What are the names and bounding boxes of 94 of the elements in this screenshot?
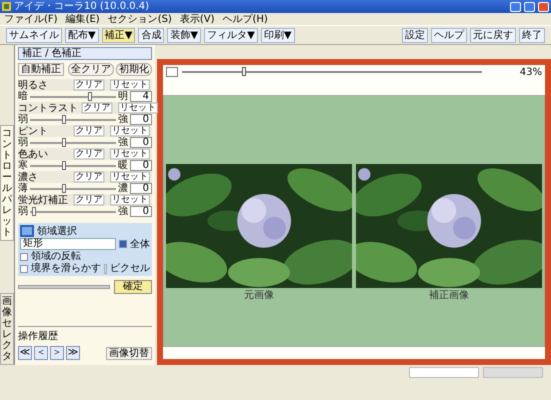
toolbar-button[interactable]: 終了 <box>519 28 545 42</box>
close-button[interactable] <box>538 2 549 12</box>
whole-label: 全体 <box>130 238 150 250</box>
max-label: 明 <box>118 91 128 102</box>
menu-item[interactable]: セクション(S) <box>108 14 172 24</box>
slider-thumb[interactable] <box>88 92 92 100</box>
whole-checkbox[interactable] <box>119 240 127 248</box>
auto-correct-button[interactable]: 自動補正 <box>18 63 64 76</box>
smooth-checkbox[interactable] <box>20 264 28 272</box>
menu-item[interactable]: 編集(E) <box>66 14 100 24</box>
invert-checkbox[interactable] <box>20 252 28 260</box>
clear-button[interactable]: クリア <box>74 126 104 136</box>
max-label: 強 <box>118 206 128 217</box>
reset-button[interactable]: リセット <box>110 148 150 160</box>
history-nav-button[interactable]: ≪ <box>18 346 32 360</box>
adjustment-label: 色あい <box>18 148 49 160</box>
toolbar-button[interactable]: サムネイル <box>6 28 62 42</box>
clear-button[interactable]: クリア <box>82 102 112 114</box>
image-caption: 元画像 <box>244 290 274 302</box>
toolbar-button[interactable]: 補正▼ <box>102 28 136 42</box>
zoom-thumb[interactable] <box>242 67 246 76</box>
scrollbar[interactable] <box>483 367 543 378</box>
value-field[interactable]: 0 <box>130 137 152 148</box>
app-icon <box>2 2 11 11</box>
min-label: 寒 <box>18 160 28 171</box>
clear-button[interactable]: クリア <box>74 172 104 182</box>
max-label: 濃 <box>118 183 128 194</box>
history-nav-button[interactable]: ＞ <box>50 346 64 360</box>
toolbar-button[interactable]: 印刷▼ <box>260 28 295 42</box>
adjustment-label: 濃さ <box>18 172 39 182</box>
panel-title: 補正 / 色補正 <box>18 47 152 60</box>
invert-label: 領域の反転 <box>31 251 81 262</box>
zoom-reading: 43% <box>520 66 542 78</box>
maximize-button[interactable] <box>524 2 535 12</box>
reset-button[interactable]: リセット <box>110 80 150 90</box>
clear-all-button[interactable]: 全クリア <box>68 63 114 76</box>
reset-button[interactable]: リセット <box>110 172 150 182</box>
toolbar-button[interactable]: 合成 <box>138 28 164 42</box>
toolbar-button[interactable]: 配布▼ <box>65 28 99 42</box>
pixel-field[interactable] <box>104 264 107 274</box>
min-label: 暗 <box>18 91 28 102</box>
reset-all-button[interactable]: 初期化 <box>116 63 152 76</box>
max-label: 強 <box>118 114 128 125</box>
max-label: 暖 <box>118 160 128 171</box>
clear-button[interactable]: クリア <box>74 148 104 160</box>
slider-thumb[interactable] <box>62 114 66 124</box>
side-tab[interactable]: 画像セレクタ <box>0 293 14 365</box>
reset-button[interactable]: リセット <box>110 126 150 136</box>
min-label: 弱 <box>18 206 28 217</box>
image-caption: 補正画像 <box>429 290 469 302</box>
unit-label: ピクセル <box>110 263 150 274</box>
region-title: 領域選択 <box>37 226 77 236</box>
toolbar-button[interactable]: 装飾▼ <box>167 28 202 42</box>
minimize-button[interactable] <box>510 2 521 12</box>
toolbar-button[interactable]: フィルタ▼ <box>204 28 258 42</box>
clear-button[interactable]: クリア <box>74 80 104 90</box>
slider-thumb[interactable] <box>62 160 66 170</box>
toolbar-button[interactable]: 元に戻す <box>470 28 516 42</box>
reset-button[interactable]: リセット <box>110 194 150 206</box>
min-label: 薄 <box>18 183 28 194</box>
min-label: 弱 <box>18 137 28 148</box>
slider-thumb[interactable] <box>62 138 66 146</box>
min-label: 弱 <box>18 114 28 125</box>
value-field[interactable]: 0 <box>130 160 152 171</box>
value-field[interactable]: 4 <box>130 91 152 102</box>
clear-button[interactable]: クリア <box>74 194 104 206</box>
value-field[interactable]: 0 <box>130 114 152 125</box>
image-switch-button[interactable]: 画像切替 <box>106 346 152 360</box>
menu-item[interactable]: 表示(V) <box>180 14 214 24</box>
toolbar-button[interactable]: 設定 <box>402 28 428 42</box>
apply-button[interactable]: 確定 <box>114 280 152 294</box>
value-field[interactable]: 0 <box>130 183 152 194</box>
window-title: アイデ・コーラ10 (10.0.0.4) <box>14 2 150 12</box>
menu-item[interactable]: ファイル(F) <box>4 14 58 24</box>
value-field[interactable]: 0 <box>130 206 152 217</box>
adjustment-label: 明るさ <box>18 80 49 90</box>
side-tab[interactable]: コントロールパレット <box>0 125 14 241</box>
rectangle-icon <box>20 225 34 237</box>
menu-item[interactable]: ヘルプ(H) <box>222 14 268 24</box>
history-nav-button[interactable]: ≫ <box>66 346 80 360</box>
history-nav-button[interactable]: ＜ <box>34 346 48 360</box>
toolbar-button[interactable]: ヘルプ <box>431 28 467 42</box>
adjustment-label: 蛍光灯補正 <box>18 194 69 206</box>
smooth-label: 境界を滑らかす <box>31 263 101 274</box>
history-label: 操作履歴 <box>18 330 59 343</box>
slider-thumb[interactable] <box>62 184 66 192</box>
reset-button[interactable]: リセット <box>118 102 158 114</box>
max-label: 強 <box>118 137 128 148</box>
slider-thumb[interactable] <box>32 206 36 216</box>
status-field <box>409 367 479 378</box>
adjustment-label: ピント <box>18 126 49 136</box>
adjustment-label: コントラスト <box>18 102 78 114</box>
shape-dropdown[interactable]: 矩形 <box>20 238 116 250</box>
fit-icon[interactable] <box>166 67 178 77</box>
